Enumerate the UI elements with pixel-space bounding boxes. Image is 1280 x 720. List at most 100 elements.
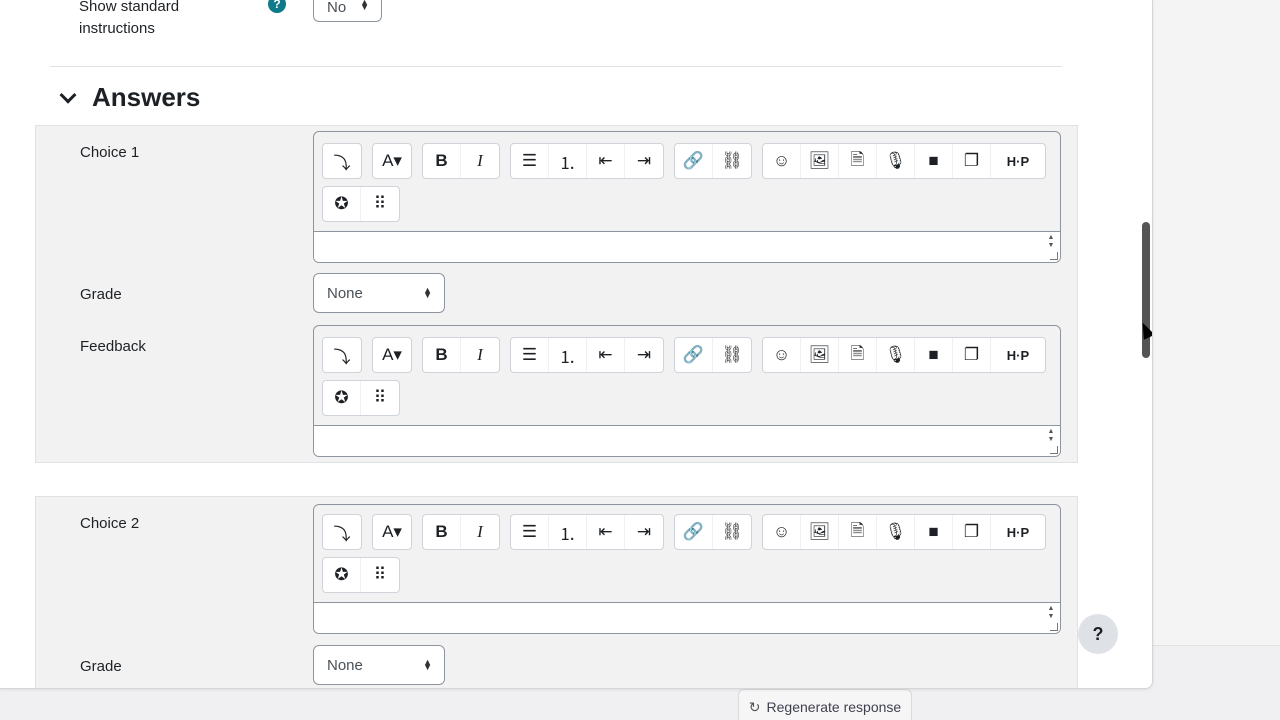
indent-icon[interactable]: ⇥ xyxy=(625,144,663,178)
grade-1-value: None xyxy=(327,285,363,302)
bold-icon[interactable]: B xyxy=(423,338,461,372)
numbered-list-icon[interactable]: ⒈ xyxy=(549,338,587,372)
font-style-icon[interactable]: A▾ xyxy=(373,338,411,372)
italic-icon[interactable]: I xyxy=(461,144,499,178)
toolbar-group: BI xyxy=(422,143,500,179)
media-file-icon[interactable]: 🗎 xyxy=(839,338,877,372)
indent-icon[interactable]: ⇥ xyxy=(625,338,663,372)
chevron-down-icon[interactable] xyxy=(59,86,77,104)
manage-files-icon[interactable]: ❐ xyxy=(953,515,991,549)
select-arrows-icon: ▲ ▼ xyxy=(360,0,369,12)
link-icon[interactable]: 🔗 xyxy=(675,144,713,178)
choice-2-editor[interactable]: ⤵ A▾ B I ☰ ⒈ ⇤ ⇥ 🔗 ⛓ ☺ 🖼 🗎 🎙 ■ ❐ H·P ✪ ⠿ ▲ ▼ xyxy=(313,504,1061,634)
toolbar-group: A▾ xyxy=(372,143,412,179)
record-audio-icon[interactable]: 🎙 xyxy=(877,515,915,549)
spin-arrows-icon[interactable]: ▲ ▼ xyxy=(1044,605,1058,621)
spin-arrows-icon[interactable]: ▲ ▼ xyxy=(1044,234,1058,250)
bold-icon[interactable]: B xyxy=(423,515,461,549)
toolbar-group: ⤵ xyxy=(322,337,362,373)
resize-grip-icon[interactable] xyxy=(1050,623,1058,631)
answers-section-header[interactable]: Answers xyxy=(58,82,200,113)
font-style-icon[interactable]: A▾ xyxy=(373,144,411,178)
grade-2-select[interactable]: None ▲ ▼ xyxy=(313,645,445,685)
editor-toolbar-row-2: ✪ ⠿ xyxy=(322,380,400,416)
collapse-icon[interactable]: ⤵ xyxy=(323,338,361,372)
emoji-icon[interactable]: ☺ xyxy=(763,144,801,178)
record-audio-icon[interactable]: 🎙 xyxy=(877,338,915,372)
font-style-icon[interactable]: A▾ xyxy=(373,515,411,549)
spin-arrows-icon[interactable]: ▲ ▼ xyxy=(1044,428,1058,444)
screen-reader-icon[interactable]: ⠿ xyxy=(361,187,399,221)
accessibility-icon[interactable]: ✪ xyxy=(323,381,361,415)
numbered-list-icon[interactable]: ⒈ xyxy=(549,144,587,178)
record-audio-icon[interactable]: 🎙 xyxy=(877,144,915,178)
link-icon[interactable]: 🔗 xyxy=(675,515,713,549)
feedback-1-label: Feedback xyxy=(80,338,146,355)
editor-toolbar-row-1: ⤵ A▾ B I ☰ ⒈ ⇤ ⇥ 🔗 ⛓ ☺ 🖼 🗎 🎙 ■ ❐ H·P xyxy=(322,514,1046,550)
h5p-icon[interactable]: H·P xyxy=(991,338,1045,372)
feedback-1-editor[interactable]: ⤵ A▾ B I ☰ ⒈ ⇤ ⇥ 🔗 ⛓ ☺ 🖼 🗎 🎙 ■ ❐ H·P ✪ ⠿ ▲ ▼ xyxy=(313,325,1061,457)
show-instructions-value: No xyxy=(327,0,347,16)
manage-files-icon[interactable]: ❐ xyxy=(953,338,991,372)
emoji-icon[interactable]: ☺ xyxy=(763,338,801,372)
show-instructions-select[interactable]: No ▲ ▼ xyxy=(313,0,382,22)
unlink-icon[interactable]: ⛓ xyxy=(713,515,751,549)
toolbar-group: ☰ ⒈ ⇤ ⇥ xyxy=(510,514,664,550)
screen-reader-icon[interactable]: ⠿ xyxy=(361,381,399,415)
feedback-1-textarea[interactable]: ▲ ▼ xyxy=(314,425,1060,456)
numbered-list-icon[interactable]: ⒈ xyxy=(549,515,587,549)
choice-1-box: Choice 1 ⤵ A▾ B I ☰ ⒈ ⇤ ⇥ 🔗 ⛓ ☺ 🖼 🗎 🎙 ■ ❐ H·P ✪ ⠿ ▲ ▼ Grad… xyxy=(35,125,1078,463)
editor-toolbar-row-1: ⤵ A▾ B I ☰ ⒈ ⇤ ⇥ 🔗 ⛓ ☺ 🖼 🗎 🎙 ■ ❐ H·P xyxy=(322,143,1046,179)
accessibility-icon[interactable]: ✪ xyxy=(323,558,361,592)
choice-1-textarea[interactable]: ▲ ▼ xyxy=(314,231,1060,262)
bold-icon[interactable]: B xyxy=(423,144,461,178)
outdent-icon[interactable]: ⇤ xyxy=(587,515,625,549)
select-arrows-icon: ▲ ▼ xyxy=(423,285,432,300)
image-icon[interactable]: 🖼 xyxy=(801,338,839,372)
grade-2-value: None xyxy=(327,657,363,674)
manage-files-icon[interactable]: ❐ xyxy=(953,144,991,178)
help-button[interactable]: ? xyxy=(1078,614,1118,654)
media-file-icon[interactable]: 🗎 xyxy=(839,144,877,178)
outdent-icon[interactable]: ⇤ xyxy=(587,144,625,178)
record-video-icon[interactable]: ■ xyxy=(915,515,953,549)
screen-reader-icon[interactable]: ⠿ xyxy=(361,558,399,592)
h5p-icon[interactable]: H·P xyxy=(991,515,1045,549)
bullet-list-icon[interactable]: ☰ xyxy=(511,144,549,178)
h5p-icon[interactable]: H·P xyxy=(991,144,1045,178)
record-video-icon[interactable]: ■ xyxy=(915,338,953,372)
bullet-list-icon[interactable]: ☰ xyxy=(511,515,549,549)
grade-1-select[interactable]: None ▲ ▼ xyxy=(313,273,445,313)
collapse-icon[interactable]: ⤵ xyxy=(323,515,361,549)
media-file-icon[interactable]: 🗎 xyxy=(839,515,877,549)
toolbar-group: BI xyxy=(422,514,500,550)
show-instructions-label: Show standard instructions xyxy=(79,0,180,37)
link-icon[interactable]: 🔗 xyxy=(675,338,713,372)
image-icon[interactable]: 🖼 xyxy=(801,515,839,549)
resize-grip-icon[interactable] xyxy=(1050,252,1058,260)
editor-toolbar-row-2: ✪ ⠿ xyxy=(322,557,400,593)
toolbar-group: ☺ 🖼 🗎 🎙 ■ ❐ H·P xyxy=(762,143,1046,179)
italic-icon[interactable]: I xyxy=(461,515,499,549)
toolbar-group: ✪ ⠿ xyxy=(322,380,400,416)
choice-1-editor[interactable]: ⤵ A▾ B I ☰ ⒈ ⇤ ⇥ 🔗 ⛓ ☺ 🖼 🗎 🎙 ■ ❐ H·P ✪ ⠿ ▲ ▼ xyxy=(313,131,1061,263)
unlink-icon[interactable]: ⛓ xyxy=(713,144,751,178)
unlink-icon[interactable]: ⛓ xyxy=(713,338,751,372)
outdent-icon[interactable]: ⇤ xyxy=(587,338,625,372)
toolbar-group: ⤵ xyxy=(322,143,362,179)
accessibility-icon[interactable]: ✪ xyxy=(323,187,361,221)
resize-grip-icon[interactable] xyxy=(1050,446,1058,454)
record-video-icon[interactable]: ■ xyxy=(915,144,953,178)
toolbar-group: BI xyxy=(422,337,500,373)
choice-2-textarea[interactable]: ▲ ▼ xyxy=(314,602,1060,633)
grade-1-label: Grade xyxy=(80,286,122,303)
emoji-icon[interactable]: ☺ xyxy=(763,515,801,549)
regenerate-response-button[interactable]: ↻ Regenerate response xyxy=(738,689,912,720)
indent-icon[interactable]: ⇥ xyxy=(625,515,663,549)
image-icon[interactable]: 🖼 xyxy=(801,144,839,178)
toolbar-group: 🔗 ⛓ xyxy=(674,337,752,373)
italic-icon[interactable]: I xyxy=(461,338,499,372)
collapse-icon[interactable]: ⤵ xyxy=(323,144,361,178)
help-icon[interactable]: ? xyxy=(268,0,286,13)
bullet-list-icon[interactable]: ☰ xyxy=(511,338,549,372)
